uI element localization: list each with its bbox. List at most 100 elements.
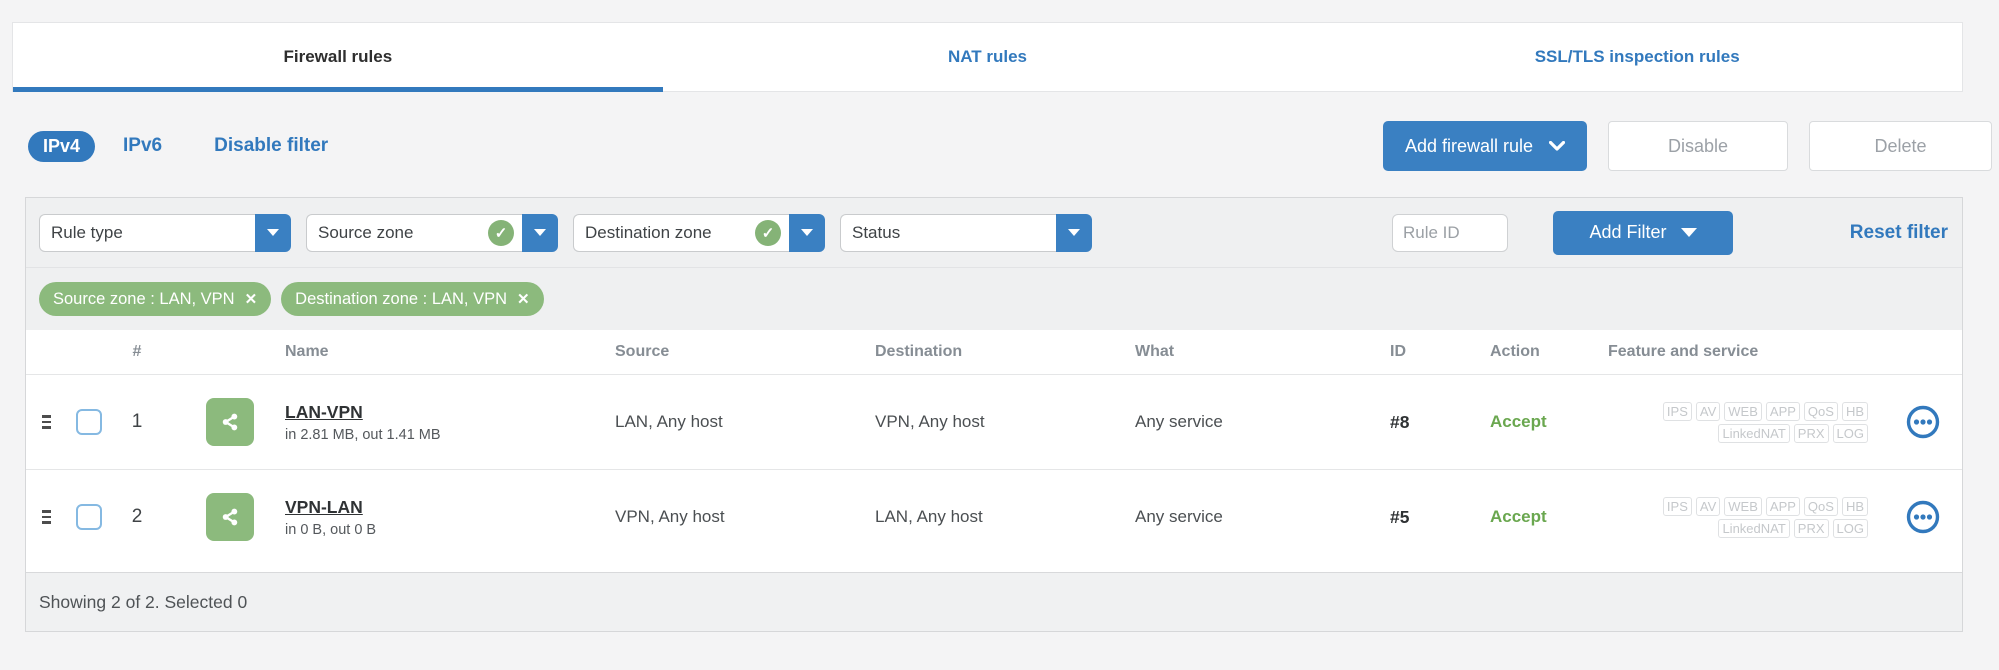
badge-hb: HB (1841, 401, 1868, 421)
drag-handle-icon[interactable] (26, 510, 66, 524)
rule-action: Accept (1490, 412, 1547, 431)
feature-badges: IPS AV WEB APP QoS HB LinkedNAT PRX LOG (1604, 496, 1884, 538)
dropdown-arrow-icon (267, 229, 279, 236)
rule-id: #8 (1390, 411, 1410, 432)
column-header-id: ID (1390, 343, 1406, 360)
badge-qos: QoS (1803, 496, 1838, 516)
table-bottom-spacer (26, 564, 1962, 572)
share-rule-icon (206, 398, 254, 446)
badge-ips: IPS (1662, 401, 1692, 421)
badge-qos: QoS (1803, 401, 1838, 421)
table-footer-status: Showing 2 of 2. Selected 0 (26, 572, 1962, 631)
badge-linkednat: LinkedNAT (1718, 518, 1790, 538)
column-header-source: Source (615, 343, 670, 360)
rule-name-link[interactable]: LAN-VPN (285, 402, 611, 423)
table-header: # Name Source Destination What ID Action… (26, 330, 1962, 374)
share-rule-icon (206, 493, 254, 541)
badge-av: AV (1695, 496, 1721, 516)
rule-type-dropdown[interactable]: Rule type (39, 213, 291, 252)
source-zone-dropdown-arrow[interactable] (522, 213, 558, 252)
column-header-name: Name (285, 343, 329, 360)
badge-log: LOG (1832, 518, 1868, 538)
row-number: 1 (131, 411, 143, 432)
rule-traffic: in 2.81 MB, out 1.41 MB (285, 426, 441, 443)
status-dropdown[interactable]: Status (840, 213, 1092, 252)
rule-id-input[interactable] (1392, 213, 1508, 252)
firewall-rules-panel: Rule type Source zone ✓ Destination zone… (25, 197, 1963, 632)
disable-filter-link[interactable]: Disable filter (214, 135, 328, 157)
badge-app: APP (1765, 496, 1800, 516)
badge-ips: IPS (1662, 496, 1692, 516)
filter-bar: Rule type Source zone ✓ Destination zone… (26, 198, 1962, 268)
row-checkbox[interactable] (76, 409, 102, 435)
dropdown-arrow-icon (1068, 229, 1080, 236)
badge-av: AV (1695, 401, 1721, 421)
filter-chip-label: Source zone : LAN, VPN (53, 289, 235, 308)
status-dropdown-label: Status (852, 222, 901, 242)
column-header-action: Action (1490, 343, 1540, 360)
tab-ssl-tls-inspection-rules[interactable]: SSL/TLS inspection rules (1312, 23, 1962, 91)
row-number: 2 (131, 506, 143, 527)
row-more-menu-icon[interactable] (1884, 499, 1962, 535)
destination-zone-dropdown-label: Destination zone (585, 222, 712, 242)
rule-destination: VPN, Any host (875, 412, 985, 431)
drag-handle-icon[interactable] (26, 415, 66, 429)
source-zone-dropdown[interactable]: Source zone ✓ (306, 213, 558, 252)
filter-chip-destination-zone[interactable]: Destination zone : LAN, VPN ✕ (281, 282, 544, 316)
rule-type-dropdown-label: Rule type (51, 222, 123, 242)
tab-nat-rules[interactable]: NAT rules (663, 23, 1313, 91)
badge-app: APP (1765, 401, 1800, 421)
filter-chip-source-zone[interactable]: Source zone : LAN, VPN ✕ (39, 282, 272, 316)
toolbar: IPv4 IPv6 Disable filter Add firewall ru… (28, 120, 1992, 172)
destination-zone-dropdown-arrow[interactable] (789, 213, 825, 252)
badge-log: LOG (1832, 423, 1868, 443)
badge-prx: PRX (1793, 423, 1829, 443)
column-header-destination: Destination (875, 343, 963, 360)
rule-destination: LAN, Any host (875, 507, 983, 526)
rule-traffic: in 0 B, out 0 B (285, 521, 377, 538)
filter-applied-check-icon: ✓ (488, 219, 514, 246)
add-firewall-rule-button[interactable]: Add firewall rule (1382, 121, 1587, 171)
ipv4-toggle[interactable]: IPv4 (28, 130, 96, 162)
reset-filter-link[interactable]: Reset filter (1850, 222, 1948, 244)
ipv6-toggle[interactable]: IPv6 (123, 135, 162, 157)
destination-zone-dropdown[interactable]: Destination zone ✓ (573, 213, 825, 252)
caret-down-icon (1680, 228, 1697, 237)
rule-what: Any service (1135, 412, 1223, 431)
feature-badges: IPS AV WEB APP QoS HB LinkedNAT PRX LOG (1604, 401, 1884, 443)
remove-filter-icon[interactable]: ✕ (517, 290, 530, 308)
delete-button[interactable]: Delete (1809, 121, 1992, 171)
dropdown-arrow-icon (801, 229, 813, 236)
rule-id: #5 (1390, 506, 1410, 527)
dropdown-arrow-icon (534, 229, 546, 236)
tab-firewall-rules[interactable]: Firewall rules (13, 23, 663, 92)
remove-filter-icon[interactable]: ✕ (245, 290, 258, 308)
filter-chip-label: Destination zone : LAN, VPN (295, 289, 508, 308)
add-filter-button[interactable]: Add Filter (1553, 210, 1733, 255)
source-zone-dropdown-label: Source zone (318, 222, 414, 242)
badge-hb: HB (1841, 496, 1868, 516)
column-header-what: What (1135, 343, 1175, 360)
badge-web: WEB (1724, 401, 1762, 421)
table-row: 2 VPN-LAN in 0 B, out 0 B VPN, Any host … (26, 469, 1962, 564)
column-header-feature: Feature and service (1608, 343, 1759, 360)
rule-what: Any service (1135, 507, 1223, 526)
column-header-num: # (132, 343, 142, 360)
rule-name-link[interactable]: VPN-LAN (285, 497, 611, 518)
status-dropdown-arrow[interactable] (1056, 213, 1092, 252)
rule-source: VPN, Any host (615, 507, 725, 526)
active-filter-chips: Source zone : LAN, VPN ✕ Destination zon… (26, 268, 1962, 330)
badge-web: WEB (1724, 496, 1762, 516)
badge-linkednat: LinkedNAT (1718, 423, 1790, 443)
add-filter-label: Add Filter (1589, 222, 1667, 242)
rule-source: LAN, Any host (615, 412, 723, 431)
disable-button[interactable]: Disable (1608, 121, 1788, 171)
filter-applied-check-icon: ✓ (755, 219, 781, 246)
badge-prx: PRX (1793, 518, 1829, 538)
chevron-down-icon (1549, 141, 1565, 151)
row-more-menu-icon[interactable] (1884, 404, 1962, 440)
rule-action: Accept (1490, 507, 1547, 526)
rule-type-dropdown-arrow[interactable] (255, 213, 291, 252)
row-checkbox[interactable] (76, 504, 102, 530)
add-firewall-rule-label: Add firewall rule (1404, 135, 1533, 156)
